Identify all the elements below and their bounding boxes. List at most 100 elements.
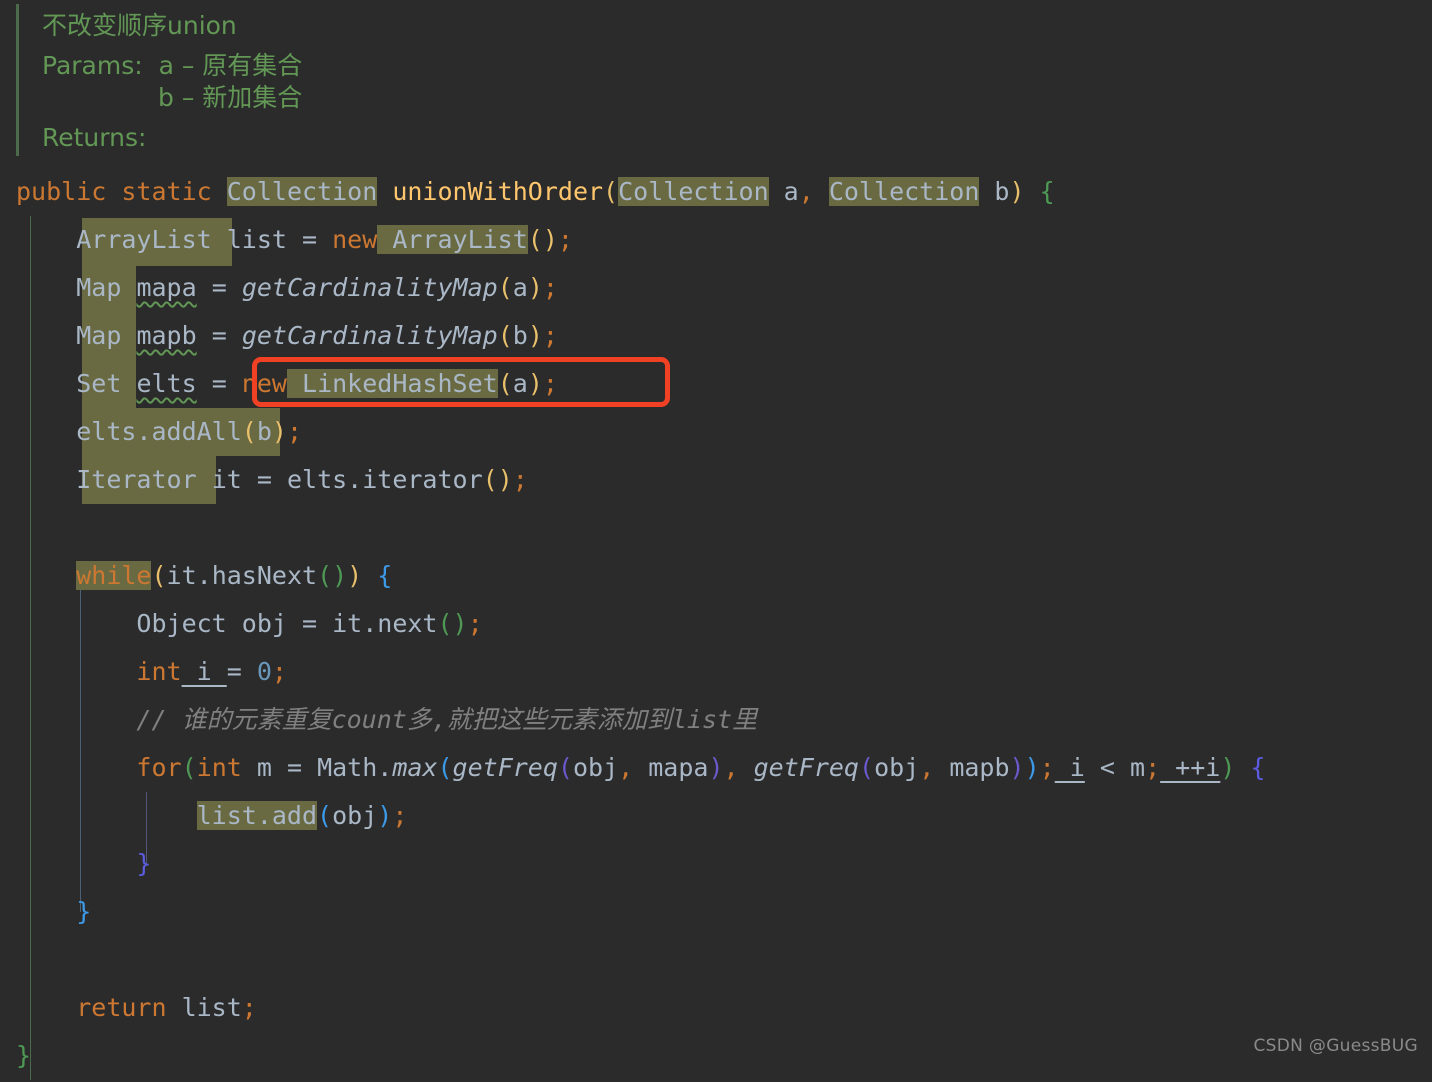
kw-new: new: [332, 225, 378, 254]
expr-it-next: it.next: [332, 609, 438, 638]
lt-op: <: [1084, 753, 1130, 782]
arg-obj-1: obj: [572, 753, 619, 782]
var-elts: elts: [136, 369, 197, 398]
assign-op: =: [286, 753, 318, 782]
call-getcardinalitymap: getCardinalityMap: [241, 273, 498, 302]
paren-open: (: [497, 321, 513, 350]
paren-close: ): [271, 417, 287, 446]
code-line-while[interactable]: while(it.hasNext()) {: [0, 552, 1432, 600]
semicolon: ;: [271, 657, 287, 686]
javadoc-returns-label: Returns:: [42, 123, 147, 152]
kw-for: for: [136, 753, 182, 782]
ctor-linkedhashset: LinkedHashSet: [286, 369, 498, 398]
code-editor-viewport[interactable]: 不改变顺序union Params: a – 原有集合 b – 新加集合 Ret…: [0, 0, 1432, 1082]
expr-elts-iterator: elts.iterator: [286, 465, 483, 494]
code-line-signature[interactable]: public static Collection unionWithOrder(…: [0, 168, 1432, 216]
type-map: Map: [76, 321, 122, 350]
watermark: CSDN @GuessBUG: [1253, 1036, 1418, 1056]
semicolon-2: ;: [1145, 753, 1161, 782]
type-map: Map: [76, 273, 122, 302]
semicolon: ;: [542, 369, 558, 398]
comma: ,: [798, 177, 814, 206]
call-max: max: [392, 753, 438, 782]
semicolon: ;: [467, 609, 483, 638]
code-line-brace-close-for[interactable]: }: [0, 840, 1432, 888]
code-line-object-obj[interactable]: Object obj = it.next();: [0, 600, 1432, 648]
code-line-listadd[interactable]: list.add(obj);: [0, 792, 1432, 840]
param1-name: a: [768, 177, 799, 206]
brace-close-for: }: [136, 849, 152, 878]
brace-close-method: }: [16, 1041, 32, 1070]
assign-op: =: [196, 273, 242, 302]
code-line-brace-close-while[interactable]: }: [0, 888, 1432, 936]
assign-op: =: [302, 225, 333, 254]
paren-open-max: (: [437, 753, 453, 782]
semicolon-1: ;: [1039, 753, 1055, 782]
var-list: list: [166, 993, 242, 1022]
expr-it-hasnext: it.hasNext: [166, 561, 318, 590]
paren-open: (: [151, 561, 167, 590]
var-list: list: [211, 225, 302, 254]
code-line-blank-1[interactable]: [0, 504, 1432, 552]
arg-obj: obj: [332, 801, 378, 830]
call-getfreq-2: getFreq: [738, 753, 859, 782]
assign-op: =: [302, 609, 333, 638]
semicolon: ;: [557, 225, 573, 254]
paren-close: ): [1009, 177, 1025, 206]
semicolon: ;: [392, 801, 408, 830]
parens: (): [527, 225, 558, 254]
paren-open-for: (: [181, 753, 197, 782]
kw-new: new: [241, 369, 287, 398]
arg-b: b: [256, 417, 272, 446]
param2-name: b: [979, 177, 1010, 206]
literal-zero: 0: [256, 657, 272, 686]
paren-open: (: [497, 369, 513, 398]
semicolon: ;: [542, 321, 558, 350]
inner-parens: (): [317, 561, 348, 590]
code-line-return[interactable]: return list;: [0, 984, 1432, 1032]
brace-open-for: {: [1235, 753, 1266, 782]
type-param2-collection: Collection: [828, 177, 980, 206]
code-line-elts[interactable]: Set elts = new LinkedHashSet(a);: [0, 360, 1432, 408]
code-line-blank-2[interactable]: [0, 936, 1432, 984]
semicolon: ;: [241, 993, 257, 1022]
code-line-brace-close-method[interactable]: }: [0, 1032, 1432, 1080]
inline-comment: // 谁的元素重复count多,就把这些元素添加到list里: [136, 705, 758, 734]
code-line-comment[interactable]: // 谁的元素重复count多,就把这些元素添加到list里: [0, 696, 1432, 744]
paren-open: (: [603, 177, 619, 206]
assign-op: =: [196, 369, 242, 398]
semicolon: ;: [542, 273, 558, 302]
code-line-int-i[interactable]: int i = 0;: [0, 648, 1432, 696]
javadoc-param-b: b – 新加集合: [158, 83, 303, 112]
cond-var-m: m: [1130, 753, 1146, 782]
type-object: Object: [136, 609, 227, 638]
javadoc-params-label: Params:: [42, 51, 143, 80]
arg-a: a: [512, 273, 528, 302]
call-getcardinalitymap: getCardinalityMap: [241, 321, 498, 350]
code-line-arraylist[interactable]: ArrayList list = new ArrayList();: [0, 216, 1432, 264]
code-line-mapa[interactable]: Map mapa = getCardinalityMap(a);: [0, 264, 1432, 312]
code-line-mapb[interactable]: Map mapb = getCardinalityMap(b);: [0, 312, 1432, 360]
parens: (): [437, 609, 468, 638]
kw-int: int: [196, 753, 242, 782]
arg-a: a: [512, 369, 528, 398]
type-return-collection: Collection: [226, 177, 378, 206]
semicolon: ;: [512, 465, 528, 494]
var-m: m: [241, 753, 287, 782]
javadoc-left-bar: [16, 4, 19, 156]
arg-mapb: mapb: [934, 753, 1010, 782]
class-math: Math.: [317, 753, 393, 782]
paren-close: ): [527, 321, 543, 350]
kw-return: return: [76, 993, 167, 1022]
brace-open-method: {: [1039, 177, 1055, 206]
type-arraylist: ArrayList: [76, 225, 212, 254]
code-line-iterator[interactable]: Iterator it = elts.iterator();: [0, 456, 1432, 504]
comma-2: ,: [723, 753, 739, 782]
expr-elts-addall: elts.addAll: [76, 417, 242, 446]
code-line-addall[interactable]: elts.addAll(b);: [0, 408, 1432, 456]
code-line-for[interactable]: for(int m = Math.max(getFreq(obj, mapa),…: [0, 744, 1432, 792]
paren-close: ): [377, 801, 393, 830]
kw-public: public: [16, 177, 107, 206]
code-lines[interactable]: public static Collection unionWithOrder(…: [0, 168, 1432, 1080]
comma-1: ,: [618, 753, 634, 782]
